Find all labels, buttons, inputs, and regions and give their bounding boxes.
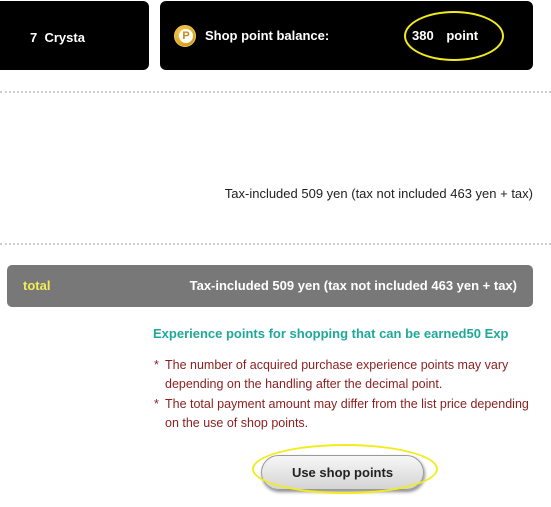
shop-point-balance: 380 point [412,28,478,43]
point-coin-icon: P [174,25,196,47]
crystal-count: 7 [30,30,38,45]
crystal-label: Crysta [44,30,85,45]
purchase-summary-page: 7 Crysta P Shop point balance: 380 point… [0,0,551,507]
note-text: The total payment amount may differ from… [165,397,529,430]
shop-point-panel: P Shop point balance: 380 point [160,1,533,70]
total-bar: total Tax-included 509 yen (tax not incl… [7,265,533,307]
divider [0,243,551,245]
experience-points-text: Experience points for shopping that can … [153,326,509,341]
shop-point-unit: point [446,28,479,43]
note-item: * The total payment amount may differ fr… [154,395,539,433]
shop-point-value: 380 [412,28,434,43]
use-shop-points-button[interactable]: Use shop points [261,455,424,490]
crystal-balance: 7 Crysta [30,30,85,45]
note-mark: * [154,397,159,411]
point-coin-letter: P [179,29,193,43]
subtotal-tax-line: Tax-included 509 yen (tax not included 4… [224,186,533,201]
total-value: Tax-included 509 yen (tax not included 4… [189,278,517,293]
shop-point-label: Shop point balance: [205,28,330,43]
total-label: total [23,278,51,293]
divider [0,91,551,93]
crystal-balance-panel: 7 Crysta [0,1,149,70]
note-item: * The number of acquired purchase experi… [154,356,539,394]
note-text: The number of acquired purchase experien… [165,358,509,391]
note-mark: * [154,358,159,372]
